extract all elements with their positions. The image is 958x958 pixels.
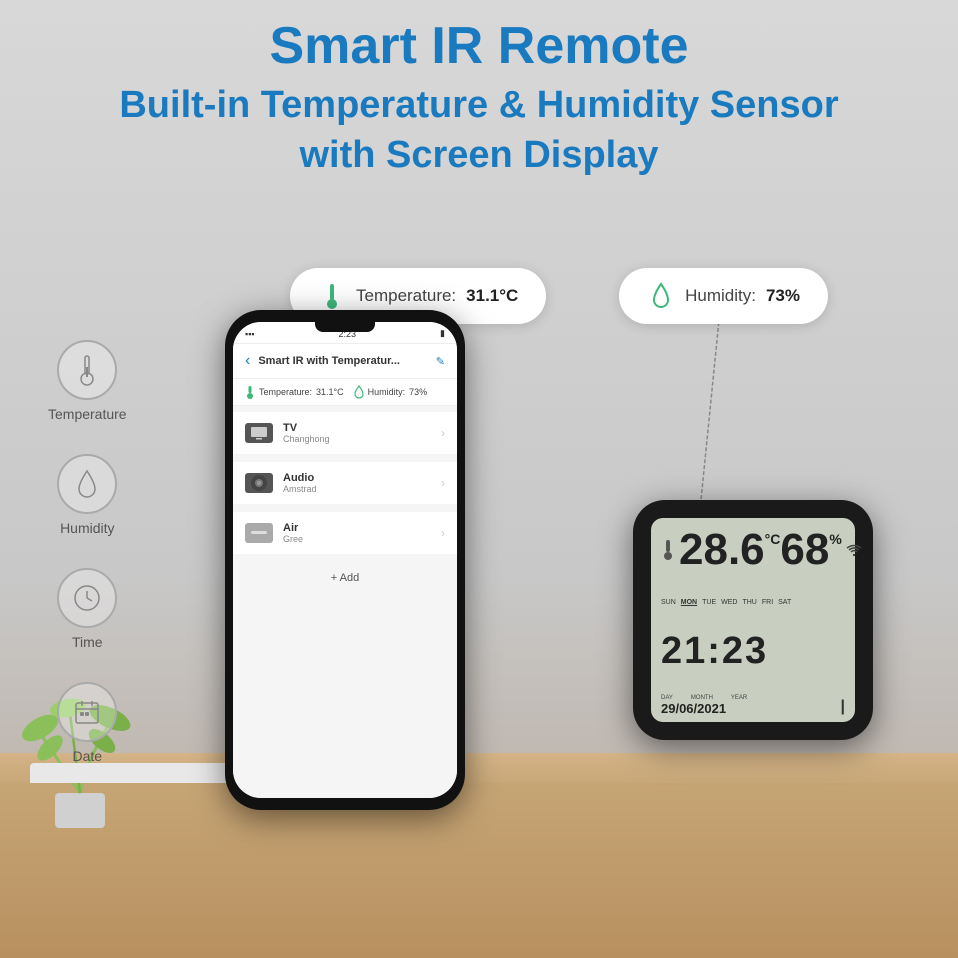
device-screen: 28.6 °C 68 %: [651, 518, 855, 722]
phone-temp-value: 31.1°C: [316, 387, 344, 397]
device-humid-unit: %: [829, 532, 841, 546]
phone-mockup: ▪▪▪ 2:23 ▮ ‹ Smart IR with Temperatur...…: [225, 310, 465, 810]
device-readings-row: 28.6 °C 68 %: [661, 528, 845, 572]
day-sun: SUN: [661, 599, 676, 606]
temperature-sidebar-label: Temperature: [48, 406, 127, 422]
main-title: Smart IR Remote: [0, 18, 958, 75]
add-device-button[interactable]: + Add: [233, 562, 457, 594]
air-text: Air Gree: [283, 522, 431, 544]
label-year: YEAR: [731, 695, 747, 701]
device-list: TV Changhong › Audio Amstrad ›: [233, 406, 457, 798]
tv-name: TV: [283, 422, 431, 434]
device-temp-display: 28.6 °C: [679, 528, 780, 572]
subtitle: Built-in Temperature & Humidity Sensor w…: [0, 81, 958, 180]
list-item-tv[interactable]: TV Changhong ›: [233, 412, 457, 454]
sidebar-item-time: Time: [48, 568, 127, 650]
list-item-air[interactable]: Air Gree ›: [233, 512, 457, 554]
table-surface: [0, 758, 958, 958]
header-section: Smart IR Remote Built-in Temperature & H…: [0, 18, 958, 180]
day-mon: MON: [681, 599, 697, 606]
temp-callout-label: Temperature:: [356, 286, 456, 306]
day-tue: TUE: [702, 599, 716, 606]
sidebar: Temperature Humidity Time: [48, 340, 127, 764]
app-title: Smart IR with Temperatur...: [258, 355, 435, 367]
time-sidebar-label: Time: [72, 634, 103, 650]
battery-icon: ▮: [440, 328, 445, 339]
device-date-row: DAY MONTH YEAR 29/06/2021 |: [661, 695, 845, 716]
audio-icon: [245, 473, 273, 493]
temp-callout-value: 31.1°C: [466, 286, 518, 306]
sidebar-item-temperature: Temperature: [48, 340, 127, 422]
device-date-area: DAY MONTH YEAR 29/06/2021: [661, 695, 747, 716]
device-humid-value: 68: [780, 528, 829, 572]
wifi-icon: [846, 542, 862, 558]
humidity-callout: Humidity: 73%: [619, 268, 828, 324]
tv-text: TV Changhong: [283, 422, 431, 444]
device-blink-cursor: |: [841, 698, 845, 716]
air-icon: [245, 523, 273, 543]
device-days-row: SUN MON TUE WED THU FRI SAT: [661, 599, 845, 606]
phone-humid-label: Humidity:: [368, 387, 406, 397]
device-temp-unit: °C: [765, 532, 781, 546]
day-wed: WED: [721, 599, 737, 606]
phone-screen: ▪▪▪ 2:23 ▮ ‹ Smart IR with Temperatur...…: [233, 322, 457, 798]
list-item-audio[interactable]: Audio Amstrad ›: [233, 462, 457, 504]
phone-temp-label: Temperature:: [259, 387, 312, 397]
laptop-decoration: [30, 763, 250, 783]
day-thu: THU: [742, 599, 756, 606]
temperature-icon-circle: [57, 340, 117, 400]
phone-app-header: ‹ Smart IR with Temperatur... ✎: [233, 344, 457, 379]
phone-temp-reading: Temperature: 31.1°C: [245, 385, 344, 399]
phone-humid-reading: Humidity: 73%: [354, 385, 428, 399]
air-brand: Gree: [283, 534, 431, 544]
humidity-icon-circle: [57, 454, 117, 514]
device-body: 28.6 °C 68 %: [633, 500, 873, 740]
sensor-readings-row: Temperature: 31.1°C Humidity: 73%: [233, 379, 457, 406]
phone-humid-value: 73%: [409, 387, 427, 397]
day-fri: FRI: [762, 599, 773, 606]
device-temp-value: 28.6: [679, 528, 765, 572]
device-date-value: 29/06/2021: [661, 701, 747, 716]
date-sidebar-label: Date: [73, 748, 103, 764]
tv-arrow: ›: [441, 426, 445, 440]
calendar-icon-circle: [57, 682, 117, 742]
clock-icon-circle: [57, 568, 117, 628]
audio-name: Audio: [283, 472, 431, 484]
air-name: Air: [283, 522, 431, 534]
thermometer-callout-icon: [318, 282, 346, 310]
device-time-display: 21:23: [661, 632, 845, 670]
subtitle-line2: with Screen Display: [299, 134, 658, 176]
air-arrow: ›: [441, 526, 445, 540]
tv-brand: Changhong: [283, 434, 431, 444]
audio-text: Audio Amstrad: [283, 472, 431, 494]
humid-callout-label: Humidity:: [685, 286, 756, 306]
device-humid-area: 68 %: [780, 528, 861, 572]
day-sat: SAT: [778, 599, 791, 606]
phone-notch: [315, 322, 375, 332]
sidebar-item-humidity: Humidity: [48, 454, 127, 536]
edit-icon[interactable]: ✎: [436, 355, 445, 368]
humidity-sidebar-label: Humidity: [60, 520, 114, 536]
back-button[interactable]: ‹: [245, 352, 250, 370]
sidebar-item-date: Date: [48, 682, 127, 764]
signal-icons: ▪▪▪: [245, 329, 255, 339]
phone-body: ▪▪▪ 2:23 ▮ ‹ Smart IR with Temperatur...…: [225, 310, 465, 810]
humid-callout-value: 73%: [766, 286, 800, 306]
audio-brand: Amstrad: [283, 484, 431, 494]
audio-arrow: ›: [441, 476, 445, 490]
device-temp-area: 28.6 °C: [661, 528, 780, 572]
droplet-callout-icon: [647, 282, 675, 310]
device-humid-display: 68 %: [780, 528, 841, 572]
tv-icon: [245, 423, 273, 443]
device-mockup: 28.6 °C 68 %: [633, 500, 873, 740]
subtitle-line1: Built-in Temperature & Humidity Sensor: [119, 84, 838, 126]
